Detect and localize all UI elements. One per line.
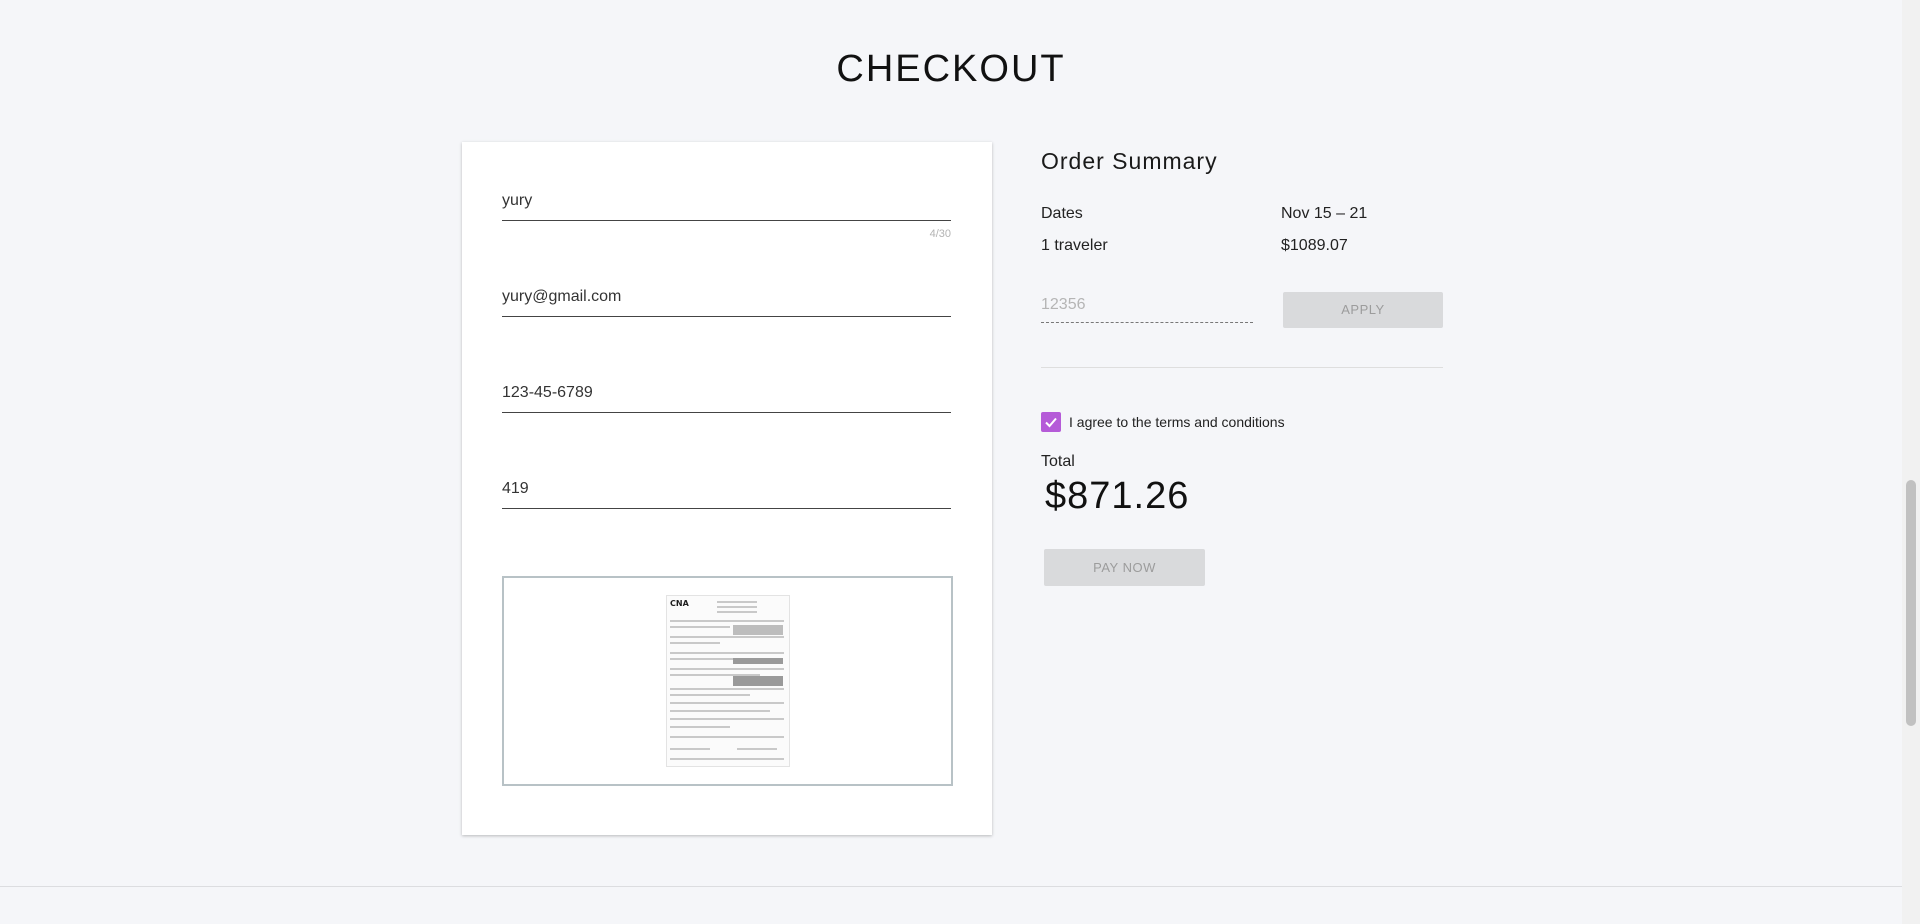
travelers-label: 1 traveler xyxy=(1041,237,1108,254)
pay-now-button[interactable]: PAY NOW xyxy=(1044,549,1205,586)
ssn-input[interactable]: 123-45-6789 xyxy=(502,384,951,413)
order-summary-title: Order Summary xyxy=(1041,148,1218,174)
document-upload-preview[interactable]: CNA xyxy=(502,576,953,786)
terms-label: I agree to the terms and conditions xyxy=(1069,414,1285,430)
total-label: Total xyxy=(1041,453,1075,470)
dates-label: Dates xyxy=(1041,205,1083,222)
code-input[interactable]: 419 xyxy=(502,480,951,509)
footer-divider xyxy=(0,886,1902,887)
apply-button[interactable]: APPLY xyxy=(1283,292,1443,328)
name-field[interactable]: yury 4/30 xyxy=(502,192,951,240)
ssn-field[interactable]: 123-45-6789 xyxy=(502,384,951,413)
scrollbar-thumb[interactable] xyxy=(1906,480,1916,726)
name-char-counter: 4/30 xyxy=(929,228,951,240)
email-field[interactable]: yury@gmail.com xyxy=(502,288,951,317)
checkout-form-card: yury 4/30 yury@gmail.com 123-45-6789 419… xyxy=(462,142,992,835)
name-input[interactable]: yury xyxy=(502,192,951,221)
terms-checkbox[interactable] xyxy=(1041,412,1061,432)
page-scrollbar[interactable] xyxy=(1902,0,1920,924)
check-icon xyxy=(1045,417,1057,428)
dates-value: Nov 15 – 21 xyxy=(1281,205,1368,222)
document-logo: CNA xyxy=(670,599,689,608)
page-title: CHECKOUT xyxy=(836,48,1066,90)
summary-divider xyxy=(1041,367,1443,368)
total-amount: $871.26 xyxy=(1045,475,1190,517)
code-field[interactable]: 419 xyxy=(502,480,951,509)
promo-code-input[interactable]: 12356 xyxy=(1041,296,1253,323)
email-input[interactable]: yury@gmail.com xyxy=(502,288,951,317)
travelers-price: $1089.07 xyxy=(1281,237,1348,254)
document-thumbnail: CNA xyxy=(666,595,790,767)
